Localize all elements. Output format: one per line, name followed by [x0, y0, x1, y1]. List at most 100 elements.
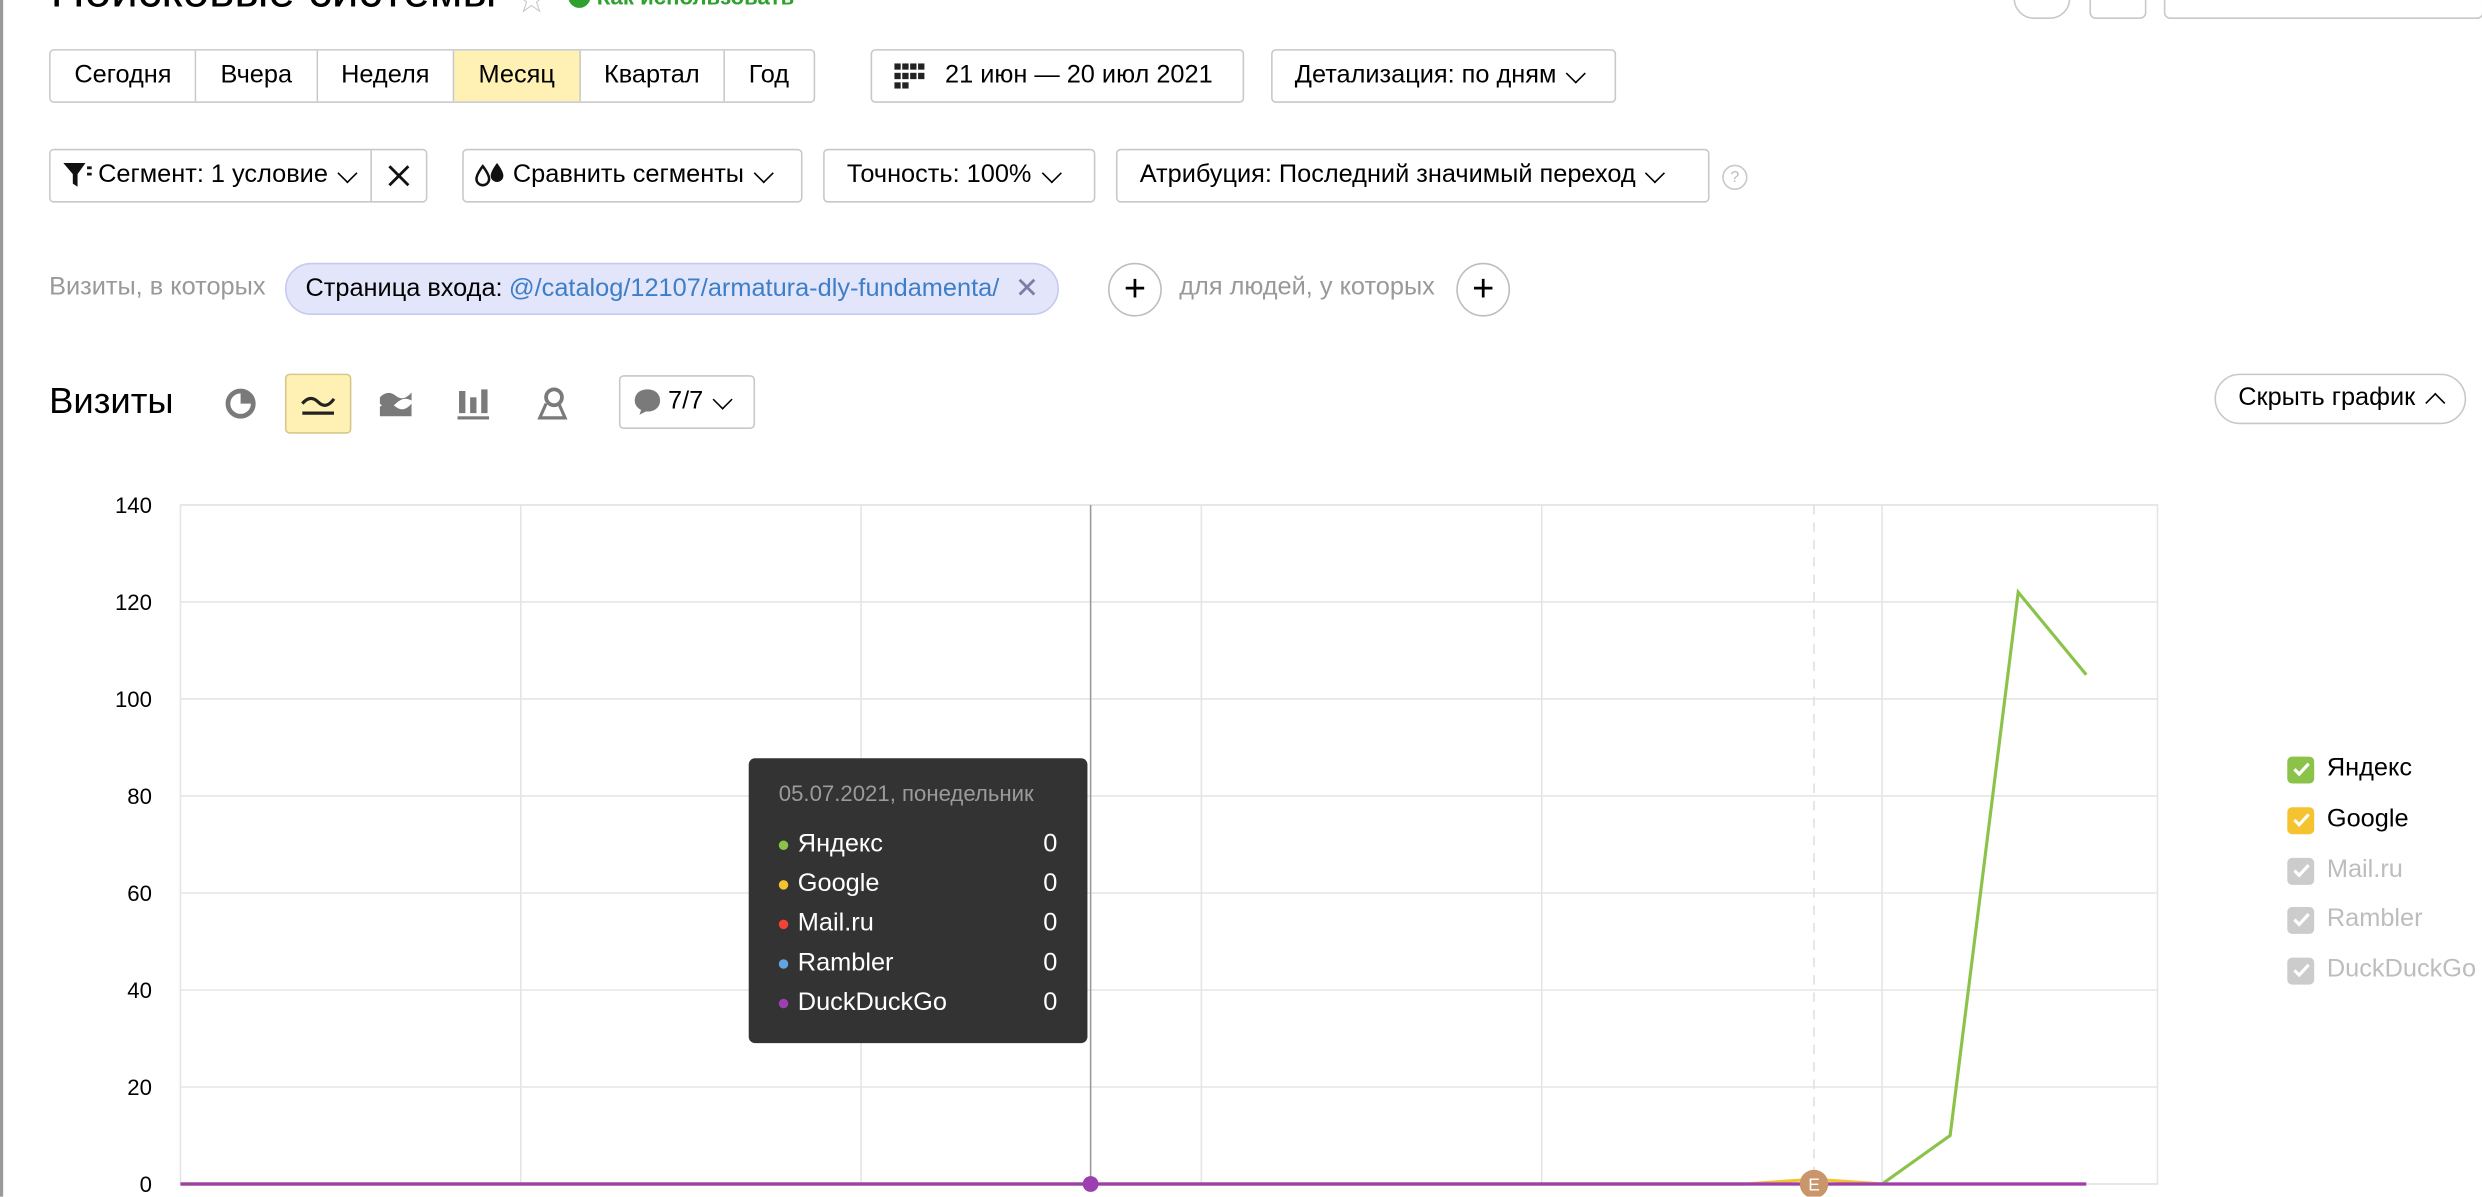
line-chart-view-button[interactable] — [284, 373, 352, 434]
chevron-down-icon — [1566, 62, 1587, 83]
tooltip-series-value: 0 — [1043, 909, 1058, 937]
chevron-up-icon — [2424, 391, 2446, 413]
chevron-down-icon — [1645, 162, 1666, 183]
attribution-dropdown[interactable]: Атрибуция: Последний значимый переход — [1115, 148, 1710, 203]
chevron-down-icon — [712, 388, 734, 409]
hover-point — [1082, 1176, 1099, 1192]
legend-item[interactable]: Mail.ru — [2287, 855, 2403, 887]
remove-chip-icon[interactable]: ✕ — [1015, 272, 1039, 305]
legend-item[interactable]: DuckDuckGo — [2287, 954, 2476, 986]
legend-checkbox[interactable] — [2287, 857, 2315, 885]
y-tick-label: 60 — [127, 881, 152, 906]
segment-group: Сегмент: 1 условие — [49, 148, 428, 203]
tooltip-date: 05.07.2021, понедельник — [778, 780, 1034, 806]
export-button[interactable] — [2089, 0, 2147, 19]
legend-item[interactable]: Яндекс — [2287, 753, 2412, 785]
tooltip-row: Яндекс 0 — [778, 825, 1057, 865]
chart-title: Визиты — [49, 379, 174, 422]
detail-dropdown[interactable]: Детализация: по дням — [1271, 49, 1617, 103]
segment-dropdown[interactable]: Сегмент: 1 условие — [50, 150, 373, 202]
clear-segment-button[interactable] — [372, 150, 427, 202]
how-to-use-label: Как использовать — [597, 0, 795, 9]
help-icon — [568, 0, 591, 8]
series-dot — [778, 879, 789, 889]
tooltip-series-value: 0 — [1043, 869, 1058, 897]
legend-item[interactable]: Rambler — [2287, 904, 2423, 936]
chip-value[interactable]: @/catalog/12107/armatura-dly-fundamenta/ — [509, 275, 999, 303]
legend-label: DuckDuckGo — [2326, 956, 2477, 983]
legend-checkbox[interactable] — [2287, 956, 2315, 984]
save-report-button[interactable] — [2163, 0, 2482, 19]
filter-icon — [63, 163, 92, 187]
area-chart-icon — [379, 392, 412, 417]
series-dot — [778, 958, 789, 968]
tooltip-row: DuckDuckGo 0 — [778, 983, 1058, 1023]
area-chart-view-button[interactable] — [362, 374, 428, 434]
chevron-down-icon — [753, 162, 774, 183]
y-tick-label: 0 — [140, 1172, 152, 1197]
y-tick-label: 140 — [115, 493, 152, 518]
pie-chart-view-button[interactable] — [207, 374, 273, 434]
notes-count: 7/7 — [667, 387, 704, 415]
date-range-button[interactable]: 21 июн — 20 июл 2021 — [870, 49, 1245, 103]
hide-chart-button[interactable]: Скрыть график — [2214, 373, 2466, 425]
y-tick-label: 80 — [127, 784, 152, 809]
tooltip-series-name: DuckDuckGo — [797, 988, 947, 1016]
bar-chart-icon — [457, 389, 490, 420]
line-chart-icon — [301, 396, 336, 415]
series-dot — [778, 839, 789, 850]
chart-tooltip: 05.07.2021, понедельник Яндекс 0 Google 0 Ma… — [748, 758, 1088, 1044]
legend-label: Google — [2326, 805, 2409, 833]
help-icon[interactable]: ? — [1722, 164, 1748, 190]
page-root: Поисковые системы ☆ Как использовать Сег… — [0, 0, 2482, 1197]
chip-label: Страница входа: — [305, 274, 503, 302]
history-button[interactable] — [2013, 0, 2071, 19]
period-yesterday[interactable]: Вчера — [196, 50, 318, 102]
legend-label: Mail.ru — [2326, 856, 2403, 884]
accuracy-dropdown[interactable]: Точность: 100% — [823, 148, 1096, 203]
period-today[interactable]: Сегодня — [50, 50, 197, 102]
period-week[interactable]: Неделя — [317, 50, 455, 102]
visits-line-chart[interactable]: 0 20 40 60 80 100 120 140 E — [0, 475, 2216, 1197]
add-people-condition-button[interactable]: + — [1456, 262, 1511, 317]
y-tick-label: 40 — [127, 978, 152, 1003]
legend-checkbox[interactable] — [2287, 806, 2315, 834]
tooltip-series-value: 0 — [1043, 988, 1058, 1016]
event-marker-label: E — [1808, 1174, 1820, 1194]
star-icon[interactable]: ☆ — [514, 0, 548, 24]
pie-chart-icon — [225, 388, 256, 419]
plot-area — [179, 504, 2159, 1185]
bar-chart-view-button[interactable] — [440, 374, 506, 434]
tooltip-row: Rambler 0 — [778, 943, 1057, 983]
segment-label: Сегмент: 1 условие — [98, 161, 328, 189]
how-to-use-link[interactable]: Как использовать — [568, 0, 794, 9]
map-pin-icon — [537, 387, 568, 420]
period-month[interactable]: Месяц — [454, 50, 581, 102]
add-visit-condition-button[interactable]: + — [1108, 262, 1162, 317]
legend-checkbox[interactable] — [2287, 906, 2315, 934]
comment-icon — [634, 389, 661, 415]
hide-chart-label: Скрыть график — [2238, 384, 2416, 412]
date-range-label: 21 июн — 20 июл 2021 — [944, 61, 1213, 89]
legend-label: Rambler — [2326, 905, 2423, 933]
entry-page-chip[interactable]: Страница входа: @/catalog/12107/armatura… — [284, 262, 1060, 315]
period-quarter[interactable]: Квартал — [580, 50, 725, 102]
attribution-label: Атрибуция: Последний значимый переход — [1139, 161, 1636, 189]
people-condition-label: для людей, у которых — [1179, 273, 1435, 301]
legend-checkbox[interactable] — [2287, 755, 2315, 783]
chevron-down-icon — [1041, 162, 1062, 183]
legend-item[interactable]: Google — [2287, 804, 2409, 836]
notes-dropdown[interactable]: 7/7 — [618, 375, 756, 429]
close-icon — [388, 165, 410, 187]
period-year[interactable]: Год — [724, 50, 813, 102]
period-selector: Сегодня Вчера Неделя Месяц Квартал Год — [49, 49, 815, 103]
tooltip-rows: Яндекс 0 Google 0 Mail.ru 0 Rambler 0 DuckDuckGo… — [778, 825, 1058, 1023]
accuracy-label: Точность: 100% — [846, 161, 1032, 189]
compare-segments-dropdown[interactable]: Сравнить сегменты — [462, 148, 803, 203]
map-view-button[interactable] — [519, 374, 585, 434]
y-tick-label: 100 — [115, 687, 152, 712]
detail-label: Детализация: по дням — [1294, 61, 1557, 89]
calendar-icon — [894, 63, 925, 89]
tooltip-series-name: Rambler — [797, 948, 894, 976]
compare-label: Сравнить сегменты — [512, 161, 745, 189]
